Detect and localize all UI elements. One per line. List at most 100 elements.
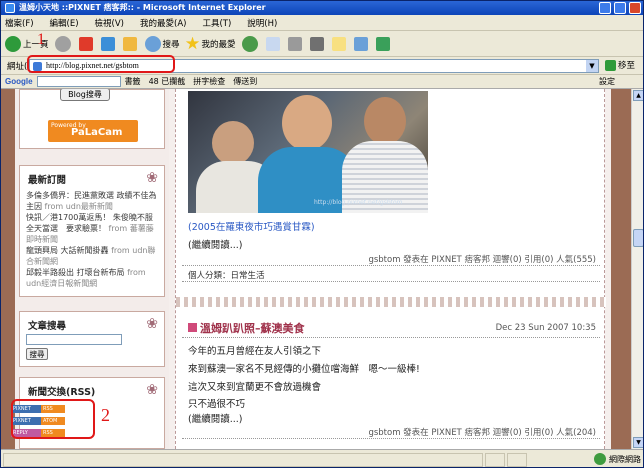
post-line: 來到蘇澳一家名不見經傳的小攤位嚐海鮮 嗯～一級棒! [188,364,420,375]
scroll-down-button[interactable]: ▼ [633,437,643,448]
edit-button[interactable] [309,36,326,51]
latest-title: 最新訂閱 [28,175,67,186]
bookmarks-label: 書籤 [124,77,141,86]
menu-edit[interactable]: 編輯(E) [50,17,79,29]
status-zone: 網際網路 [594,453,641,465]
menu-tools[interactable]: 工具(T) [202,17,231,29]
popup-blocker[interactable]: 48 已攔截 [149,76,186,87]
search-button[interactable]: 搜尋 [144,35,180,52]
scroll-up-button[interactable]: ▲ [633,90,643,101]
person-center [282,95,332,151]
print-button[interactable] [287,36,304,51]
messenger-button[interactable] [375,36,392,51]
status-progress [485,452,505,467]
scroll-thumb[interactable] [633,229,643,247]
favorites-button[interactable]: 我的最愛 [185,36,236,51]
ie-icon [5,3,15,13]
go-button[interactable]: 移至 [605,59,635,71]
history-button[interactable] [241,35,260,52]
minimize-button[interactable] [599,2,611,14]
post-line: 這次又來到宜蘭更不會放過機會 [188,382,322,393]
settings-label: 設定 [599,77,615,86]
article-search-input[interactable] [26,334,122,345]
globe-icon [594,453,606,465]
messenger-icon [375,36,390,51]
palacam-badge[interactable]: Powered by PaLaCam [48,120,138,142]
photo-watermark: http://blog.pixnet.net/gsbtom [314,199,403,206]
refresh-icon [100,36,115,51]
star-icon [185,36,200,50]
forward-button[interactable] [54,35,73,52]
post-divider [182,265,600,266]
post-photo[interactable]: http://blog.pixnet.net/gsbtom [188,91,428,213]
printer-icon [287,36,302,51]
feed-item[interactable]: 龍頭興局 大話新聞掛轟 from udn聯合新聞網 [26,245,158,267]
post-divider [182,281,600,282]
google-toolbar: Google 書籤 48 已攔截 拼字檢查 傳送到 設定 [1,75,643,89]
spell-label: 拼字檢查 [193,77,226,86]
favorites-label: 我的最愛 [201,39,236,50]
blog-search-widget: Blog搜尋 Powered by PaLaCam [19,89,165,149]
zone-label: 網際網路 [609,454,641,464]
menu-view[interactable]: 檢視(V) [95,17,124,29]
edit-icon [309,36,324,51]
menu-bar: 檔案(F) 編輯(E) 檢視(V) 我的最愛(A) 工具(T) 說明(H) [1,15,643,31]
annotation-box-address [27,55,175,73]
post-title-link[interactable]: 溫姆趴趴照–蘇澳美食 [200,320,305,336]
chevron-down-icon[interactable]: ▼ [586,60,598,72]
post-divider [182,438,600,439]
research-button[interactable] [353,36,370,51]
post-separator [176,297,606,307]
mail-button[interactable] [265,36,282,51]
stop-button[interactable] [78,36,95,51]
vertical-scrollbar[interactable]: ▲ ▼ [631,89,643,449]
feed-link[interactable]: 邱毅半路殺出 打壞台新布局 [26,268,125,277]
google-logo[interactable]: Google [5,77,33,86]
post-title-divider [182,337,600,338]
send-to[interactable]: 傳送到 [233,76,257,87]
google-search-input[interactable] [36,76,121,87]
feed-item[interactable]: 邱毅半路殺出 打壞台新布局 from udn經濟日報新聞網 [26,267,158,289]
blog-main-column: http://blog.pixnet.net/gsbtom (2005在羅東夜市… [169,89,611,449]
spell-check[interactable]: 拼字檢查 [193,76,225,87]
feed-item[interactable]: 多倫多僑界：民進黨敗選 政績不佳為主因 from udn最新新聞 [26,190,158,212]
search-icon [144,35,161,52]
article-search-button[interactable]: 搜尋 [26,348,48,360]
status-bar: 網際網路 [1,449,643,467]
go-label: 移至 [618,61,636,71]
send-label: 傳送到 [233,77,258,86]
go-arrow-icon [605,59,616,71]
post-meta: gsbtom 發表在 PIXNET 痞客邦 迴響(0) 引用(0) 人氣(204… [368,428,596,438]
refresh-button[interactable] [100,36,117,51]
standard-toolbar: 上一頁 搜尋 我的最愛 [1,31,643,57]
menu-file[interactable]: 檔案(F) [5,17,34,29]
feed-link[interactable]: 龍頭興局 大話新聞掛轟 [26,246,109,255]
read-more-link[interactable]: (繼續閱讀...) [188,237,242,251]
menu-help[interactable]: 說明(H) [247,17,277,29]
post-type-icon [188,323,197,332]
google-settings[interactable]: 設定 [599,76,615,87]
post-caption-link[interactable]: (2005在羅東夜市巧遇賞甘霖) [188,219,315,233]
status-text [3,452,483,467]
close-button[interactable] [629,2,641,14]
browser-window: 溫姆小天地 ::PIXNET 痞客邦:: - Microsoft Interne… [0,0,644,468]
read-more-link[interactable]: (繼續閱讀...) [188,411,242,425]
forward-arrow-icon [54,35,71,52]
research-icon [353,36,368,51]
latest-subscriptions-widget: 最新訂閱 ❀ 多倫多僑界：民進黨敗選 政績不佳為主因 from udn最新新聞 … [19,165,165,297]
maximize-button[interactable] [614,2,626,14]
menu-favorites[interactable]: 我的最愛(A) [140,17,186,29]
post-date: Dec 23 Sun 2007 10:35 [495,323,596,333]
article-search-widget: 文章搜尋 ❀ 搜尋 [19,311,165,367]
annotation-box-rss [11,399,95,439]
window-title: 溫姆小天地 ::PIXNET 痞客邦:: - Microsoft Interne… [19,3,266,12]
home-button[interactable] [122,36,139,51]
person-left [212,121,254,165]
google-bookmarks[interactable]: 書籤 [125,76,141,87]
feed-item[interactable]: 快訊／港1700萬返馬！ 朱俊曉不服全天當選 要求驗票！ from 蕃薯藤即時新… [26,212,158,245]
post-line: 今年的五月曾經在友人引領之下 [188,346,322,357]
search-label: 搜尋 [162,39,180,50]
blog-sidebar: Blog搜尋 Powered by PaLaCam 最新訂閱 ❀ 多倫多僑界：民… [15,89,169,449]
blog-search-button[interactable]: Blog搜尋 [60,89,110,101]
notes-button[interactable] [331,36,348,51]
